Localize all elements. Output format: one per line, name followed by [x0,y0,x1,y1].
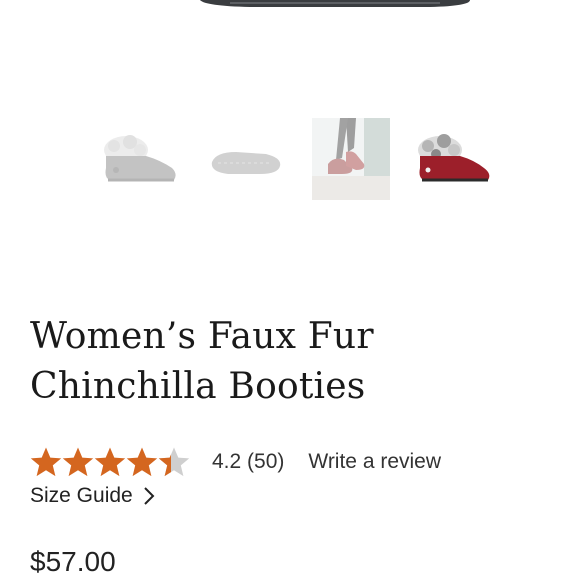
star-icon-partial [158,447,190,477]
product-title: Women’s Faux Fur Chinchilla Booties [30,312,550,412]
star-icon-filled [62,447,94,477]
product-price: $57.00 [30,546,116,577]
thumbnail-strip [0,118,580,208]
thumbnail-grey-bootie[interactable] [102,118,180,200]
product-title-line-1: Women’s Faux Fur [30,316,374,357]
rating-summary: 4.2 (50) [212,450,285,473]
chevron-right-icon [144,487,155,505]
thumbnail-bootie-sole[interactable] [206,118,284,200]
rating-row: 4.2 (50) Write a review [30,444,441,480]
star-icon-filled [94,447,126,477]
thumbnail-bootie-worn[interactable] [312,118,390,200]
size-guide-label: Size Guide [30,484,133,507]
size-guide-link[interactable]: Size Guide [30,484,155,508]
thumbnail-red-bootie[interactable] [416,118,494,200]
main-product-image[interactable] [0,0,580,100]
star-rating[interactable] [30,446,190,478]
star-icon-filled [30,447,62,477]
write-review-link[interactable]: Write a review [308,450,441,474]
product-page: Women’s Faux Fur Chinchilla Booties 4.2 … [0,0,580,580]
star-icon-filled [126,447,158,477]
product-title-line-2: Chinchilla Booties [30,366,366,407]
